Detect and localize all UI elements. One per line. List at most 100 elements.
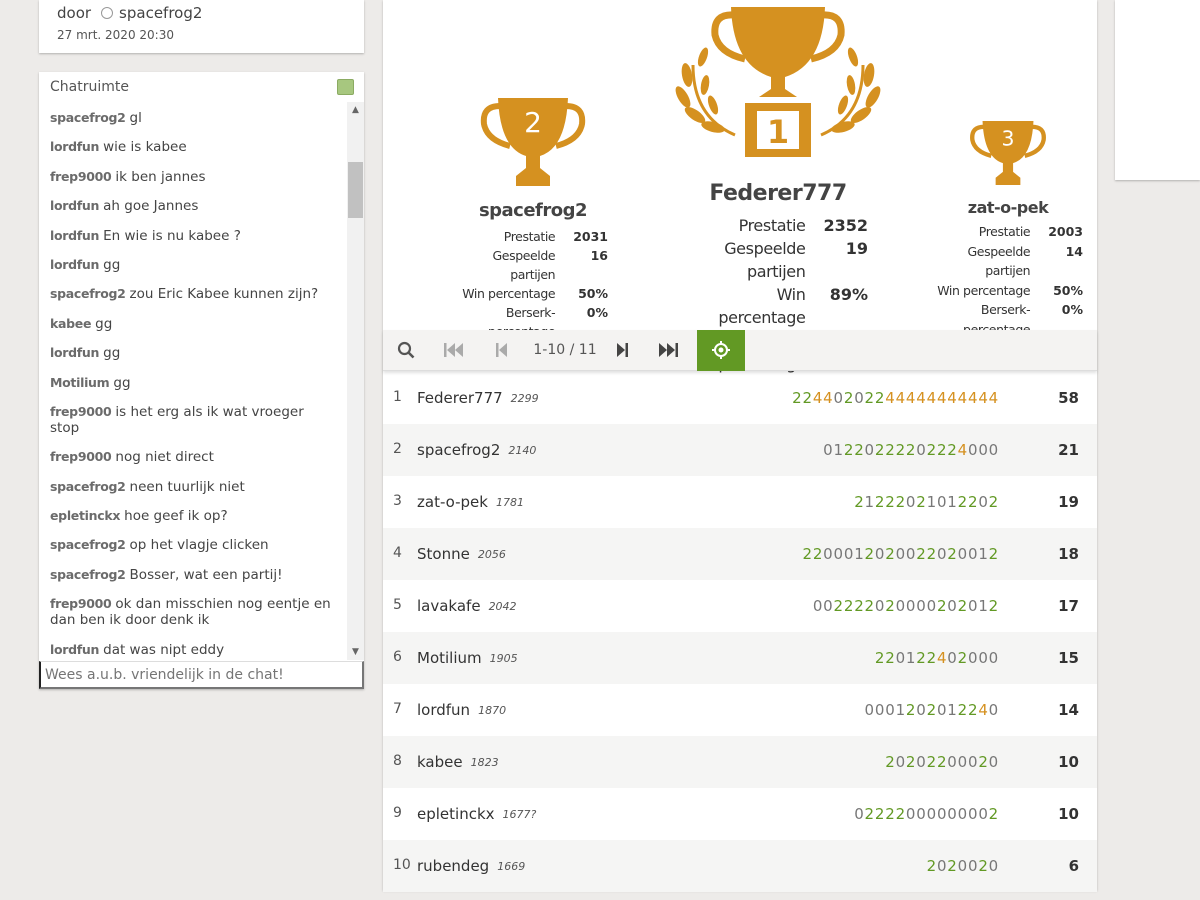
chat-message-text: dat was nipt eddy: [103, 641, 225, 658]
first-page-button[interactable]: [429, 330, 479, 371]
player-rank: 2: [393, 441, 402, 457]
chat-message-user[interactable]: frep9000: [50, 404, 112, 419]
svg-text:3: 3: [1002, 127, 1015, 151]
next-icon: [617, 343, 628, 357]
player-name[interactable]: spacefrog2: [417, 441, 500, 459]
prev-page-button[interactable]: [479, 330, 525, 371]
chat-input[interactable]: [39, 661, 364, 689]
chat-message-user[interactable]: lordfun: [50, 228, 99, 243]
last-page-button[interactable]: [639, 330, 697, 371]
chat-message-user[interactable]: lordfun: [50, 642, 99, 657]
chat-message: spacefrog2 zou Eric Kabee kunnen zijn?: [50, 286, 337, 302]
podium-third-name[interactable]: zat-o-pek: [918, 198, 1098, 217]
score-sheet: 22440202244444444444: [792, 389, 999, 407]
chat-message-text: gg: [103, 256, 121, 273]
score-sheet: 2020020: [926, 857, 999, 875]
by-label: door: [57, 4, 92, 22]
svg-text:1: 1: [767, 113, 789, 151]
player-name[interactable]: lavakafe: [417, 597, 481, 615]
chat-message-user[interactable]: spacefrog2: [50, 567, 126, 582]
chat-message-user[interactable]: frep9000: [50, 169, 112, 184]
player-rank: 4: [393, 545, 402, 561]
chat-toggle-checkbox[interactable]: [337, 79, 354, 95]
chat-message-user[interactable]: Motilium: [50, 375, 110, 390]
score-sheet: 2200012020022020012: [802, 545, 999, 563]
chat-message-user[interactable]: lordfun: [50, 198, 99, 213]
chat-message-user[interactable]: lordfun: [50, 257, 99, 272]
chat-message: frep9000 ok dan misschien nog eentje en d…: [50, 596, 337, 628]
creator-link[interactable]: spacefrog2: [119, 4, 202, 22]
table-row[interactable]: 10 rubendeg 1669 2020020 6: [383, 840, 1097, 892]
player-score: 19: [1058, 493, 1079, 511]
scroll-up-icon[interactable]: ▲: [347, 102, 364, 118]
player-name[interactable]: Motilium: [417, 649, 482, 667]
chat-message: spacefrog2 neen tuurlijk niet: [50, 479, 337, 495]
chat-message-user[interactable]: epletinckx: [50, 508, 120, 523]
chat-message-user[interactable]: lordfun: [50, 139, 99, 154]
table-row[interactable]: 2 spacefrog2 2140 01220222202224000 21: [383, 424, 1097, 476]
chat-message-user[interactable]: kabee: [50, 316, 91, 331]
table-row[interactable]: 6 Motilium 1905 220122402000 15: [383, 632, 1097, 684]
table-row[interactable]: 9 epletinckx 1677? 02222000000002 10: [383, 788, 1097, 840]
chat-message-user[interactable]: frep9000: [50, 449, 112, 464]
chat-message: lordfun gg: [50, 257, 337, 273]
score-sheet: 02222000000002: [854, 805, 999, 823]
player-rank: 5: [393, 597, 402, 613]
crosshair-icon: [712, 341, 730, 359]
chat-message-user[interactable]: spacefrog2: [50, 110, 126, 125]
player-name[interactable]: kabee: [417, 753, 463, 771]
chat-message: frep9000 is het erg als ik wat vroeger st…: [50, 404, 337, 436]
table-row[interactable]: 7 lordfun 1870 0001202012240 14: [383, 684, 1097, 736]
player-name[interactable]: rubendeg: [417, 857, 489, 875]
player-rank: 7: [393, 701, 402, 717]
player-name[interactable]: Stonne: [417, 545, 470, 563]
skip-last-icon: [659, 343, 678, 357]
player-rating: 2042: [488, 599, 517, 613]
chat-message: Motilium gg: [50, 375, 337, 391]
table-row[interactable]: 4 Stonne 2056 2200012020022020012 18: [383, 528, 1097, 580]
player-rating: 2056: [477, 547, 506, 561]
tournament-info-card: door spacefrog2 27 mrt. 2020 20:30: [39, 0, 364, 53]
chat-scrollbar[interactable]: ▲ ▼: [347, 102, 364, 660]
chat-message-user[interactable]: spacefrog2: [50, 479, 126, 494]
table-row[interactable]: 5 lavakafe 2042 002222020000202012 17: [383, 580, 1097, 632]
table-row[interactable]: 1 Federer777 2299 22440202244444444444 58: [383, 372, 1097, 424]
player-name[interactable]: epletinckx: [417, 805, 495, 823]
table-row[interactable]: 3 zat-o-pek 1781 21222021012202 19: [383, 476, 1097, 528]
chat-message-user[interactable]: lordfun: [50, 345, 99, 360]
scroll-thumb[interactable]: [348, 162, 363, 218]
player-rating: 1669: [497, 859, 526, 873]
score-sheet: 21222021012202: [854, 493, 999, 511]
next-page-button[interactable]: [605, 330, 639, 371]
podium-first-name[interactable]: Federer777: [648, 181, 908, 206]
chat-message-text: wie is kabee: [103, 139, 187, 156]
chat-message: lordfun ah goe Jannes: [50, 198, 337, 214]
search-button[interactable]: [383, 330, 429, 371]
table-row[interactable]: 8 kabee 1823 20202200020 10: [383, 736, 1097, 788]
podium-third-stats: Prestatie 2003 Gespeelde partijen 14 Win p…: [937, 224, 1083, 337]
chat-message-text: gg: [95, 315, 113, 332]
chat-message-text: nog niet direct: [115, 449, 214, 466]
jump-to-me-button[interactable]: [697, 329, 745, 371]
page-info: 1-10 / 11: [533, 342, 597, 358]
player-name[interactable]: lordfun: [417, 701, 470, 719]
player-name[interactable]: Federer777: [417, 389, 503, 407]
trophy-laurel-icon: 1: [675, 7, 881, 157]
chat-message: kabee gg: [50, 316, 337, 332]
player-score: 58: [1058, 389, 1079, 407]
podium-second-name[interactable]: spacefrog2: [423, 200, 643, 221]
chat-message-text: gg: [113, 374, 131, 391]
chat-message-user[interactable]: spacefrog2: [50, 537, 126, 552]
player-score: 17: [1058, 597, 1079, 615]
chat-message-user[interactable]: frep9000: [50, 596, 112, 611]
podium-third: 3 zat-o-pek Prestatie 2003 Gespeelde part…: [918, 118, 1098, 339]
chat-message-user[interactable]: spacefrog2: [50, 286, 126, 301]
player-rating: 1823: [470, 755, 499, 769]
player-score: 18: [1058, 545, 1079, 563]
player-score: 21: [1058, 441, 1079, 459]
tournament-main: 2 spacefrog2 Prestatie 2031 Gespeelde par…: [383, 0, 1098, 892]
chat-message-text: zou Eric Kabee kunnen zijn?: [129, 286, 319, 303]
player-name[interactable]: zat-o-pek: [417, 493, 488, 511]
prev-icon: [496, 343, 507, 357]
scroll-down-icon[interactable]: ▼: [347, 644, 364, 660]
